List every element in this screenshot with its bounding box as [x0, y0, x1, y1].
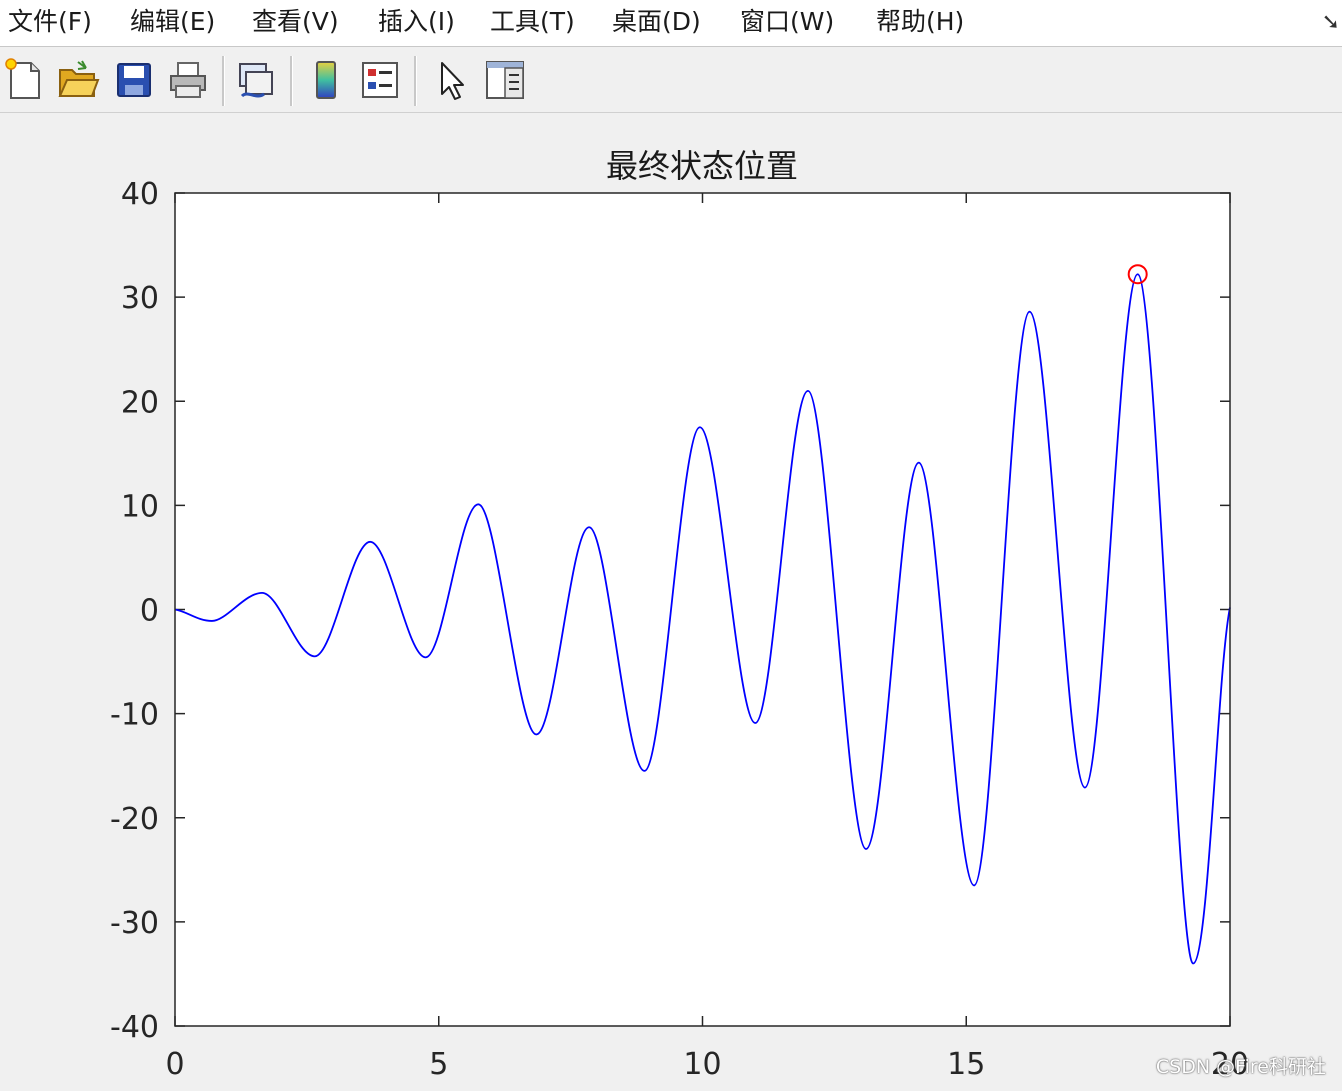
y-tick-label: -20 — [110, 802, 159, 837]
y-tick-label: 10 — [121, 489, 159, 524]
menu-edit[interactable]: 编辑(E) — [130, 4, 215, 40]
menu-help[interactable]: 帮助(H) — [876, 4, 964, 40]
legend-icon[interactable] — [358, 58, 402, 102]
colorbar-icon[interactable] — [304, 58, 348, 102]
watermark-text: CSDN @Fire科研社 — [1155, 1056, 1326, 1078]
chart-svg: 最终状态位置 0 5 10 15 20-40-30-20-10010203040 — [110, 147, 1249, 1082]
open-folder-icon[interactable] — [56, 58, 100, 102]
menu-window[interactable]: 窗口(W) — [740, 4, 834, 40]
y-tick-label: 30 — [121, 281, 159, 316]
pointer-arrow-icon[interactable] — [430, 58, 474, 102]
x-tick-label: 5 — [429, 1047, 448, 1082]
print-icon[interactable] — [166, 58, 210, 102]
y-tick-label: -30 — [110, 906, 159, 941]
x-tick-label: 10 — [683, 1047, 721, 1082]
y-tick-label: 0 — [140, 594, 159, 629]
y-tick-label: 40 — [121, 177, 159, 212]
y-tick-label: 20 — [121, 385, 159, 420]
toolbar-separator — [222, 56, 225, 106]
property-editor-icon[interactable] — [483, 58, 527, 102]
axes-background — [175, 193, 1230, 1026]
x-tick-label: 15 — [947, 1047, 985, 1082]
new-figure-icon[interactable] — [3, 58, 47, 102]
figure-area: 最终状态位置 0 5 10 15 20 -40 -30 -20 -10 0 10 20 30 40 CSD… — [0, 113, 1342, 1087]
toolbar-separator — [414, 56, 417, 106]
menu-desktop[interactable]: 桌面(D) — [612, 4, 701, 40]
menu-file[interactable]: 文件(F) — [8, 4, 92, 40]
menu-dock-icon[interactable]: ➘ — [1322, 10, 1340, 35]
chart-title: 最终状态位置 — [606, 147, 798, 185]
menu-bar: 文件(F) 编辑(E) 查看(V) 插入(I) 工具(T) 桌面(D) 窗口(W… — [0, 0, 1342, 47]
y-tick-label: -40 — [110, 1010, 159, 1045]
menu-insert[interactable]: 插入(I) — [378, 4, 455, 40]
y-tick-label: -10 — [110, 698, 159, 733]
menu-tools[interactable]: 工具(T) — [490, 4, 575, 40]
toolbar-separator — [290, 56, 293, 106]
save-icon[interactable] — [112, 58, 156, 102]
link-plot-icon[interactable] — [234, 58, 278, 102]
figure-toolbar — [0, 50, 1342, 113]
menu-view[interactable]: 查看(V) — [252, 4, 339, 40]
x-tick-label: 0 — [165, 1047, 184, 1082]
